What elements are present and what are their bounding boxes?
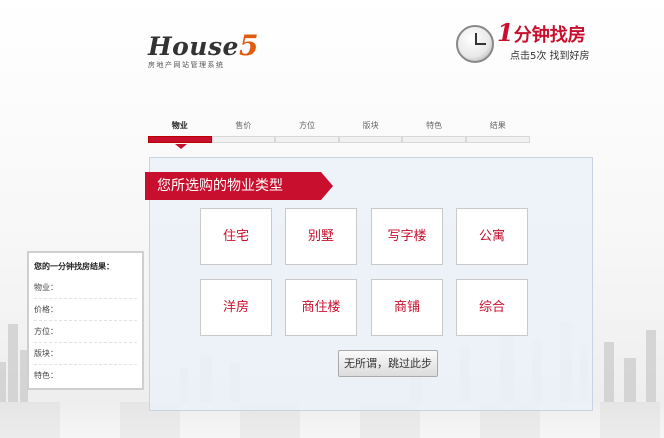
slogan-text: 分钟找房 xyxy=(513,25,586,46)
result-row-district: 版块： xyxy=(34,342,137,364)
step-label-feature[interactable]: 特色 xyxy=(402,120,466,132)
option-mixed[interactable]: 综合 xyxy=(456,279,528,336)
step-bar-feature xyxy=(402,136,466,143)
option-villa[interactable]: 别墅 xyxy=(285,208,357,265)
option-commercial-residential[interactable]: 商住楼 xyxy=(285,279,357,336)
slogan-number: 1 xyxy=(497,18,514,47)
step-label-direction[interactable]: 方位 xyxy=(275,120,339,132)
result-row-direction: 方位： xyxy=(34,320,137,342)
step-bar-price xyxy=(211,136,276,143)
step-label-result[interactable]: 结果 xyxy=(466,120,530,132)
option-shop[interactable]: 商铺 xyxy=(371,279,443,336)
result-row-price: 价格： xyxy=(34,298,137,320)
step-label-district[interactable]: 版块 xyxy=(339,120,403,132)
step-label-property[interactable]: 物业 xyxy=(148,120,212,132)
step-label-price[interactable]: 售价 xyxy=(212,120,276,132)
clock-icon xyxy=(456,25,494,63)
option-apartment[interactable]: 公寓 xyxy=(456,208,528,265)
logo-number: 5 xyxy=(238,29,259,62)
step-bar-direction xyxy=(275,136,339,143)
logo-word: House xyxy=(148,32,239,61)
step-bar-property xyxy=(148,136,212,149)
one-minute-slogan: 1分钟找房 点击5次 找到好房 xyxy=(497,21,590,63)
result-row-feature: 特色： xyxy=(34,364,137,386)
result-title: 您的一分钟找房结果： xyxy=(34,262,114,271)
result-row-property: 物业： xyxy=(34,283,58,292)
step-progress: 物业 售价 方位 版块 特色 结果 xyxy=(148,120,530,149)
panel-title: 您所选购的物业类型 xyxy=(145,172,333,200)
step-bar-result xyxy=(465,136,530,143)
slogan-headline: 1分钟找房 xyxy=(497,21,590,47)
slogan-subtext: 点击5次 找到好房 xyxy=(510,51,590,62)
step-bar-district xyxy=(338,136,403,143)
city-skyline-right xyxy=(596,312,664,402)
option-residence[interactable]: 住宅 xyxy=(200,208,272,265)
option-office[interactable]: 写字楼 xyxy=(371,208,443,265)
option-western-house[interactable]: 洋房 xyxy=(200,279,272,336)
site-logo[interactable]: House5 房地产网站管理系统 xyxy=(148,32,259,70)
skip-step-button[interactable]: 无所谓，跳过此步 xyxy=(338,350,438,377)
result-summary: 您的一分钟找房结果： 物业： 价格： 方位： 版块： 特色： xyxy=(27,251,144,390)
logo-wordmark: House5 xyxy=(148,32,259,61)
